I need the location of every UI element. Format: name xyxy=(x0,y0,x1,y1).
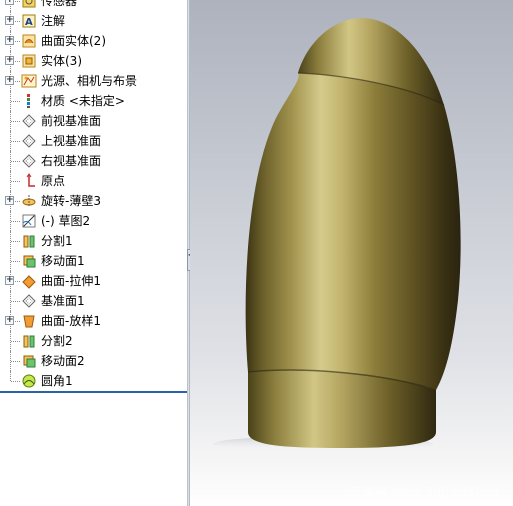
tree-item-label: 原点 xyxy=(41,174,66,188)
move-face-icon xyxy=(21,253,37,269)
tree-item-label: 光源、相机与布景 xyxy=(41,74,138,88)
tree-connector xyxy=(11,301,20,302)
tree-connector xyxy=(11,381,20,382)
tree-item[interactable]: + 实体(3) xyxy=(0,51,187,71)
tree-item-label: 实体(3) xyxy=(41,54,82,68)
tree-item-label: 注解 xyxy=(41,14,66,28)
tree-connector xyxy=(11,261,20,262)
tree-item[interactable]: 上视基准面 xyxy=(0,131,187,151)
tree-item[interactable]: + 曲面实体(2) xyxy=(0,31,187,51)
expand-plus-icon[interactable]: + xyxy=(5,0,14,5)
tree-item[interactable]: + 光源、相机与布景 xyxy=(0,71,187,91)
tree-connector xyxy=(11,101,20,102)
graphics-viewport[interactable]: 三维网 www.3dportal.cn xyxy=(190,0,513,506)
tree-item[interactable]: 移动面2 xyxy=(0,351,187,371)
tree-connector xyxy=(11,141,20,142)
tree-item[interactable]: 分割2 xyxy=(0,331,187,351)
tree-item-label: 右视基准面 xyxy=(41,154,102,168)
svg-text:A: A xyxy=(25,17,33,28)
surface-loft-icon xyxy=(21,313,37,329)
tree-item[interactable]: + 旋转-薄壁3 xyxy=(0,191,187,211)
annotation-icon: A xyxy=(21,13,37,29)
tree-item[interactable]: 基准面1 xyxy=(0,291,187,311)
split-icon xyxy=(21,233,37,249)
tree-item-label: (-) 草图2 xyxy=(41,214,91,228)
expand-plus-icon[interactable]: + xyxy=(5,36,14,45)
surface-extrude-icon xyxy=(21,273,37,289)
tree-item-label: 曲面实体(2) xyxy=(41,34,106,48)
sensor-icon xyxy=(21,0,37,9)
material-icon xyxy=(21,93,37,109)
solid-bodies-icon xyxy=(21,53,37,69)
tree-connector xyxy=(11,121,20,122)
lights-cameras-scenes-icon xyxy=(21,73,37,89)
tree-item[interactable]: 分割1 xyxy=(0,231,187,251)
tree-item-label: 圆角1 xyxy=(41,374,73,388)
tree-item-label: 曲面-放样1 xyxy=(41,314,101,328)
tree-item[interactable]: 移动面1 xyxy=(0,251,187,271)
tree-item[interactable]: + 传感器 xyxy=(0,0,187,11)
tree-item-label: 上视基准面 xyxy=(41,134,102,148)
tree-item-label: 旋转-薄壁3 xyxy=(41,194,101,208)
tree-item[interactable]: (-) 草图2 xyxy=(0,211,187,231)
bullet-body xyxy=(245,70,461,390)
bullet-model xyxy=(213,18,461,452)
tree-item[interactable]: 原点 xyxy=(0,171,187,191)
tree-item[interactable]: + 曲面-拉伸1 xyxy=(0,271,187,291)
plane-icon xyxy=(21,113,37,129)
tree-item-label: 分割1 xyxy=(41,234,73,248)
expand-plus-icon[interactable]: + xyxy=(5,16,14,25)
watermark-text: 三维网 www.3dportal.cn xyxy=(348,485,499,499)
tree-item[interactable]: 右视基准面 xyxy=(0,151,187,171)
expand-plus-icon[interactable]: + xyxy=(5,316,14,325)
expand-plus-icon[interactable]: + xyxy=(5,76,14,85)
expand-plus-icon[interactable]: + xyxy=(5,276,14,285)
tree-item[interactable]: 圆角1 xyxy=(0,371,187,391)
feature-manager-tree: + 传感器 + A 注解 + 曲面实体(2) + 实体(3) + 光源、相机与布景 材质 <未指定> 前… xyxy=(0,0,187,506)
tree-item[interactable]: 前视基准面 xyxy=(0,111,187,131)
tree-item-label: 传感器 xyxy=(41,0,78,8)
tree-rollback-bar[interactable] xyxy=(0,391,187,393)
tree-item[interactable]: + 曲面-放样1 xyxy=(0,311,187,331)
fillet-icon xyxy=(21,373,37,389)
tree-empty-area xyxy=(0,392,187,506)
tree-item[interactable]: + A 注解 xyxy=(0,11,187,31)
tree-item-label: 移动面1 xyxy=(41,254,85,268)
tree-connector xyxy=(11,341,20,342)
tree-connector xyxy=(11,361,20,362)
tree-item[interactable]: 材质 <未指定> xyxy=(0,91,187,111)
tree-item-label: 移动面2 xyxy=(41,354,85,368)
move-face-icon xyxy=(21,353,37,369)
origin-icon xyxy=(21,173,37,189)
surface-bodies-icon xyxy=(21,33,37,49)
tree-connector xyxy=(11,221,20,222)
tree-item-label: 材质 <未指定> xyxy=(41,94,125,108)
sketch-icon xyxy=(21,213,37,229)
expand-plus-icon[interactable]: + xyxy=(5,196,14,205)
tree-connector xyxy=(11,181,20,182)
tree-connector xyxy=(11,241,20,242)
revolve-thin-icon xyxy=(21,193,37,209)
tree-item-label: 前视基准面 xyxy=(41,114,102,128)
tree-item-label: 分割2 xyxy=(41,334,73,348)
plane-icon xyxy=(21,293,37,309)
tree-item-label: 基准面1 xyxy=(41,294,85,308)
expand-plus-icon[interactable]: + xyxy=(5,56,14,65)
tree-connector xyxy=(11,161,20,162)
split-icon xyxy=(21,333,37,349)
tree-item-label: 曲面-拉伸1 xyxy=(41,274,101,288)
plane-icon xyxy=(21,153,37,169)
tree-connector xyxy=(10,371,11,381)
plane-icon xyxy=(21,133,37,149)
